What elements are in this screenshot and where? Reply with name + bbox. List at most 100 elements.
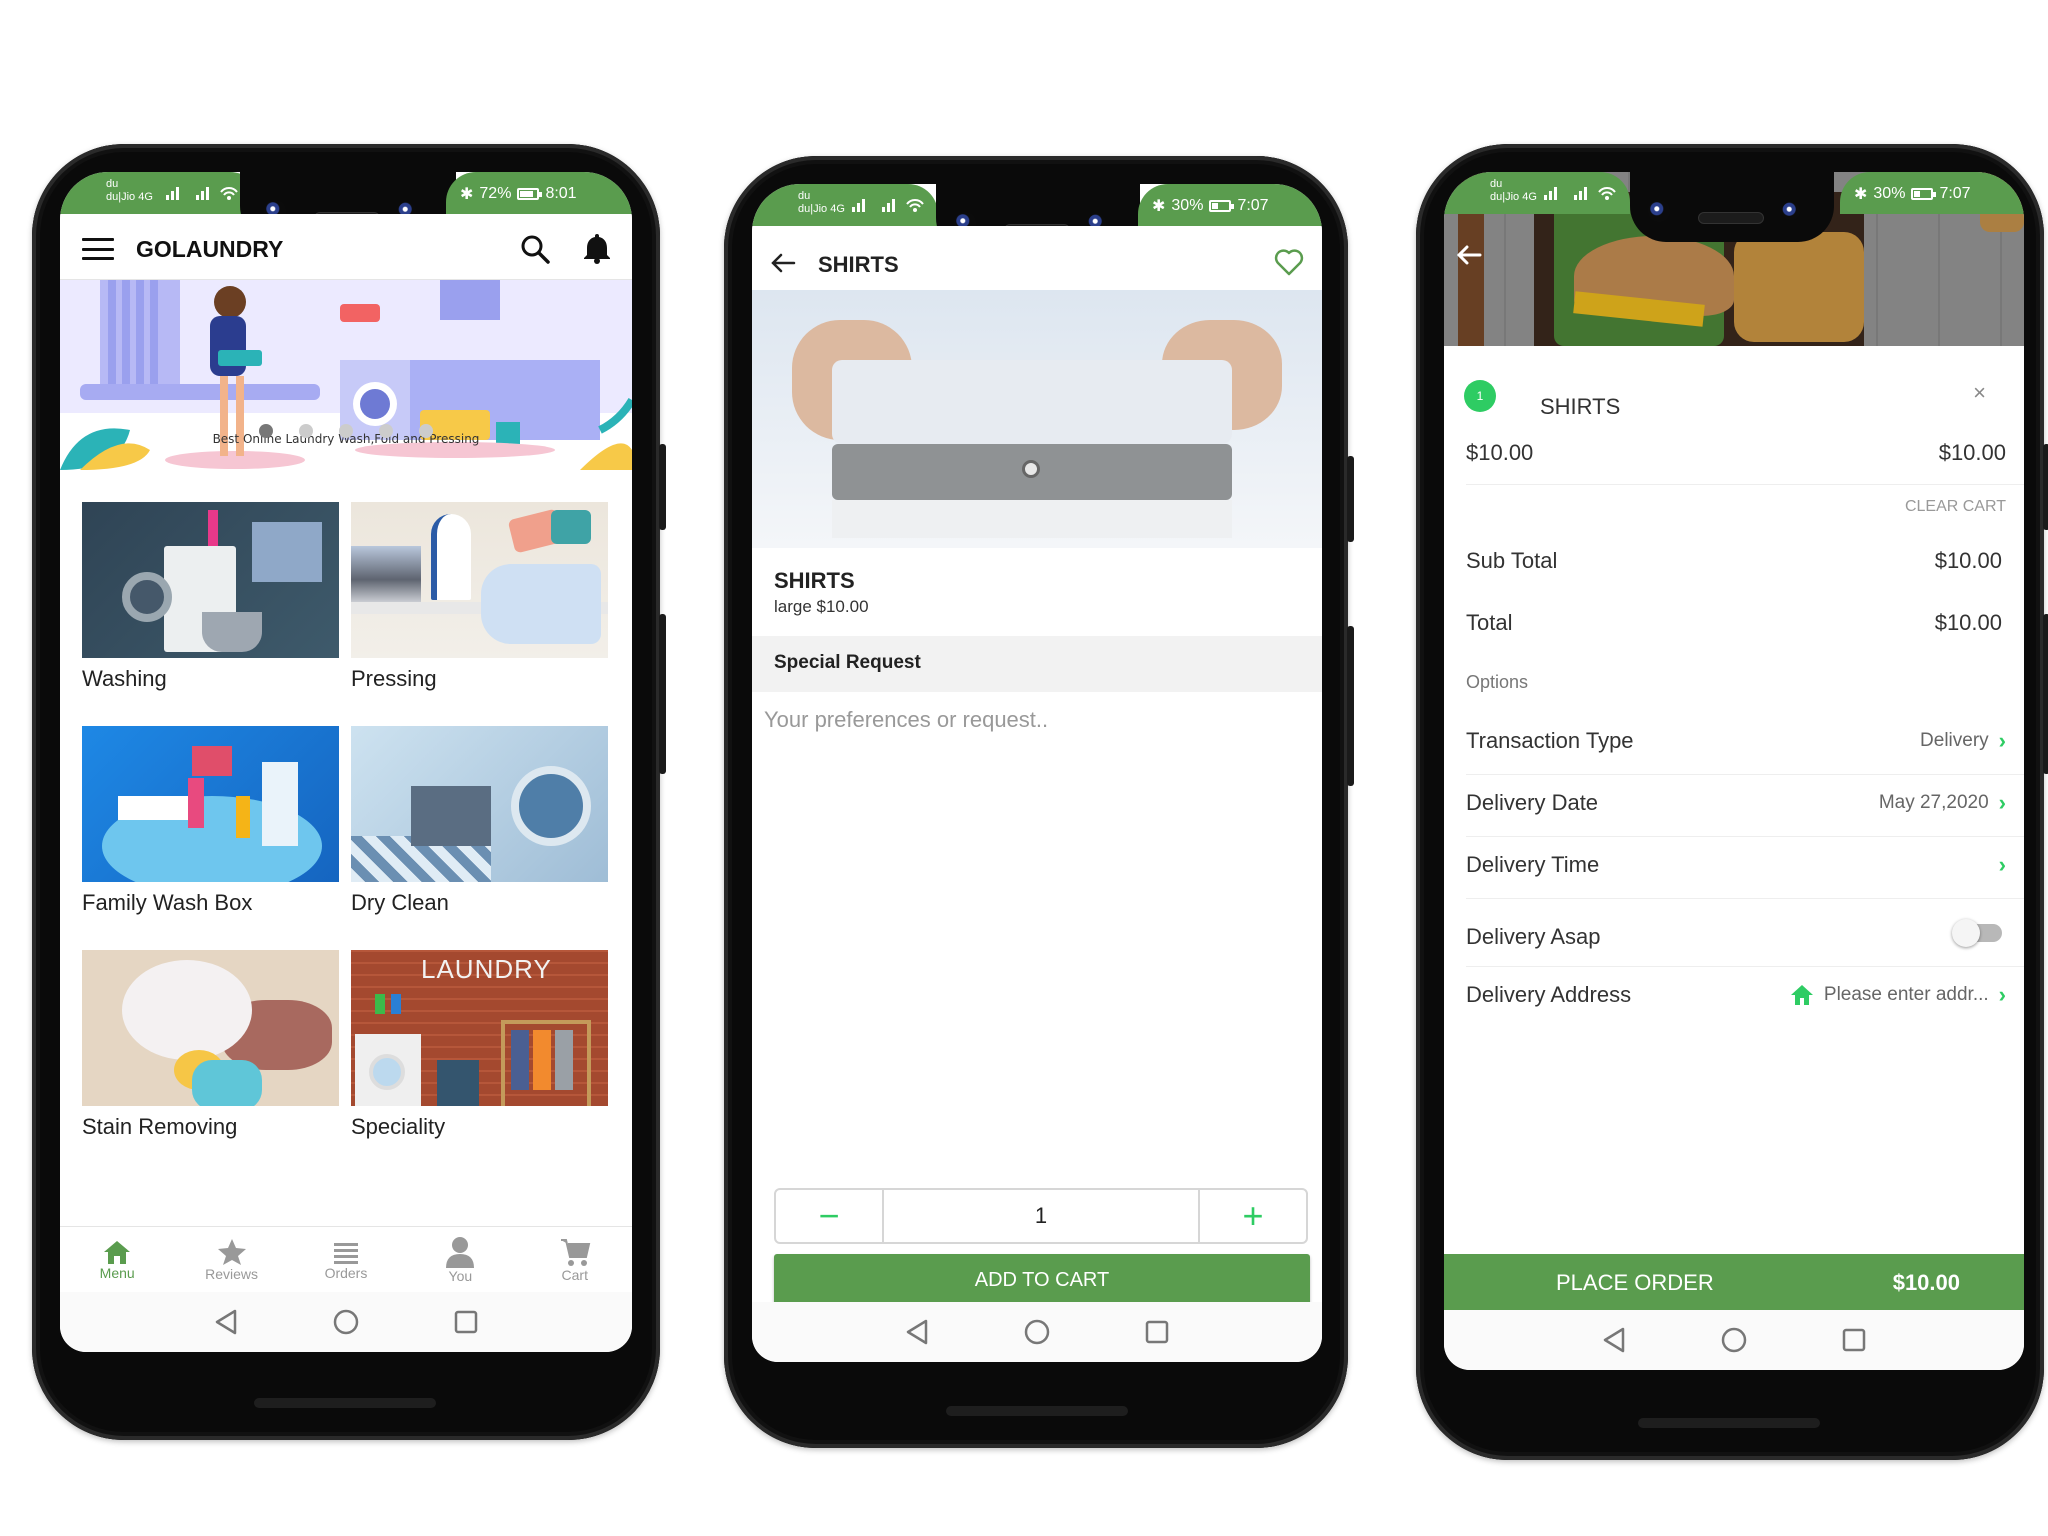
nav-recents-icon[interactable] <box>452 1308 480 1336</box>
transaction-type-value: Delivery <box>1920 730 1989 751</box>
power-button <box>659 444 666 530</box>
delivery-date-label: Delivery Date <box>1466 790 1599 815</box>
nav-home-icon[interactable] <box>1720 1326 1748 1354</box>
carousel-dot[interactable] <box>379 424 393 438</box>
delivery-address-row[interactable]: Delivery Address Please enter addr... › <box>1466 982 2006 1008</box>
system-nav-bar <box>60 1292 632 1352</box>
service-label: Pressing <box>351 666 437 691</box>
volume-button <box>2043 614 2048 774</box>
phone-product: du du|Jio 4G ✱ 30% 7:07 SHIRTS SHIRTS la… <box>724 156 1354 1448</box>
divider <box>1466 774 2024 775</box>
camera-notch <box>1630 172 1834 242</box>
service-card-family-wash-box[interactable]: Family Wash Box <box>82 726 339 950</box>
nav-back-icon[interactable] <box>903 1318 931 1346</box>
divider <box>1466 898 2024 899</box>
carrier-top: du <box>1490 178 1503 190</box>
nav-back-icon[interactable] <box>1600 1326 1628 1354</box>
heart-icon[interactable] <box>1274 248 1304 281</box>
unit-price: $10.00 <box>1466 440 1534 465</box>
tab-orders[interactable]: Orders <box>296 1239 396 1281</box>
status-bar-right: ✱ 72% 8:01 <box>446 172 632 214</box>
list-icon <box>333 1242 358 1264</box>
bluetooth-icon: ✱ <box>1854 186 1868 203</box>
nav-home-icon[interactable] <box>332 1308 360 1336</box>
promo-banner[interactable]: Best Online Laundry Wash,Fold and Pressi… <box>60 280 632 470</box>
system-nav-bar <box>752 1302 1322 1362</box>
carousel-dot[interactable] <box>299 424 313 438</box>
service-label: Washing <box>82 666 167 691</box>
nav-recents-icon[interactable] <box>1143 1318 1171 1346</box>
place-order-button[interactable]: PLACE ORDER $10.00 <box>1444 1254 2024 1310</box>
bell-icon[interactable] <box>582 232 612 269</box>
carrier-bottom: du|Jio 4G <box>1490 191 1537 203</box>
arrow-left-icon[interactable] <box>770 252 796 279</box>
app-title: GOLAUNDRY <box>136 236 284 262</box>
service-label: Family Wash Box <box>82 890 253 915</box>
product-variant-price: large $10.00 <box>774 597 869 616</box>
quantity-value[interactable]: 1 <box>882 1190 1200 1242</box>
service-label: Dry Clean <box>351 890 449 915</box>
signal-icon <box>842 194 932 217</box>
carrier-text: du du|Jio 4G <box>798 190 845 216</box>
carrier-text: du du|Jio 4G <box>1490 178 1537 204</box>
nav-recents-icon[interactable] <box>1840 1326 1868 1354</box>
search-icon[interactable] <box>520 234 550 269</box>
battery-percent: 30% <box>1171 197 1204 214</box>
product-name: SHIRTS <box>774 568 855 593</box>
status-indicators: ✱ 30% 7:07 <box>1854 184 1971 204</box>
service-card-speciality[interactable]: LAUNDRY Speciality <box>351 950 608 1174</box>
front-camera-secondary <box>1782 202 1800 220</box>
bottom-speaker <box>1638 1418 1820 1428</box>
delivery-time-value-wrap: › <box>1989 852 2006 878</box>
service-label: Stain Removing <box>82 1114 238 1139</box>
bluetooth-icon: ✱ <box>460 186 474 203</box>
clock: 7:07 <box>1237 197 1269 214</box>
total-value: $10.00 <box>1934 610 2002 635</box>
sub-total-label: Sub Total <box>1466 548 1558 573</box>
delivery-date-row[interactable]: Delivery Date May 27,2020 › <box>1466 790 2006 816</box>
cart-item-name: SHIRTS <box>1540 394 1621 419</box>
hamburger-icon[interactable] <box>82 238 114 260</box>
increment-button[interactable]: + <box>1200 1190 1306 1242</box>
home-icon <box>104 1240 131 1264</box>
remove-item-icon[interactable]: × <box>1973 380 1986 406</box>
battery-percent: 30% <box>1873 185 1906 202</box>
tab-menu[interactable]: Menu <box>67 1239 167 1281</box>
arrow-left-icon[interactable] <box>1456 244 1482 271</box>
tab-reviews[interactable]: Reviews <box>182 1238 282 1282</box>
service-label: Speciality <box>351 1114 446 1139</box>
home-icon <box>1790 985 1813 1005</box>
delivery-date-value: May 27,2020 <box>1878 792 1989 813</box>
power-button <box>2043 444 2048 530</box>
special-request-input[interactable] <box>764 700 1310 740</box>
volume-button <box>659 614 666 774</box>
carrier-bottom: du|Jio 4G <box>798 203 845 215</box>
carousel-dot[interactable] <box>419 424 433 438</box>
transaction-type-row[interactable]: Transaction Type Delivery › <box>1466 728 2006 754</box>
carousel-dot[interactable] <box>339 424 353 438</box>
add-to-cart-button[interactable]: ADD TO CART <box>774 1254 1310 1306</box>
tab-you[interactable]: You <box>410 1236 510 1284</box>
nav-back-icon[interactable] <box>212 1308 240 1336</box>
status-bar-left: du du|Jio 4G <box>1444 172 1630 214</box>
service-card-washing[interactable]: Washing <box>82 502 339 726</box>
decrement-button[interactable]: − <box>776 1190 882 1242</box>
bottom-speaker <box>946 1406 1128 1416</box>
phone-cart: du du|Jio 4G ✱ 30% 7:07 1 SHIRTS × $10.0… <box>1416 144 2048 1460</box>
carrier-top: du <box>106 178 119 190</box>
clear-cart-button[interactable]: CLEAR CART <box>1905 498 2006 516</box>
delivery-time-row[interactable]: Delivery Time › <box>1466 852 2006 878</box>
nav-home-icon[interactable] <box>1023 1318 1051 1346</box>
power-button <box>1347 456 1354 542</box>
service-card-pressing[interactable]: Pressing <box>351 502 608 726</box>
line-total: $10.00 <box>1938 440 2006 465</box>
tab-cart[interactable]: Cart <box>525 1237 625 1283</box>
battery-icon <box>1911 188 1937 200</box>
tab-label: Cart <box>561 1266 588 1283</box>
delivery-asap-toggle[interactable] <box>1952 919 2002 947</box>
delivery-address-label: Delivery Address <box>1466 982 1632 1007</box>
quantity-stepper: − 1 + <box>774 1188 1308 1244</box>
carousel-dot[interactable] <box>259 424 273 438</box>
service-card-dry-clean[interactable]: Dry Clean <box>351 726 608 950</box>
service-card-stain-removing[interactable]: Stain Removing <box>82 950 339 1174</box>
